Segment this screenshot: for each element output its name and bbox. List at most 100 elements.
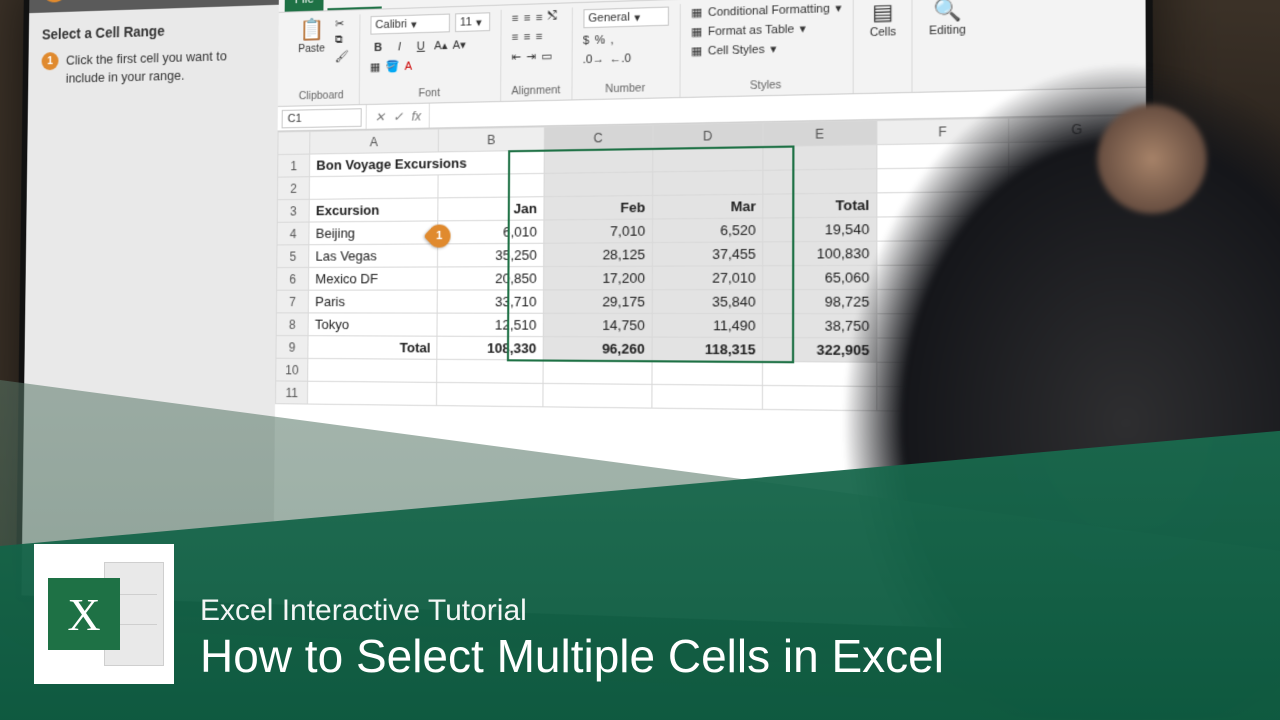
align-right-icon[interactable]: ≡ bbox=[536, 31, 543, 44]
cell[interactable] bbox=[543, 360, 652, 384]
cut-icon[interactable]: ✂ bbox=[335, 17, 349, 31]
row-header[interactable]: 1 bbox=[278, 154, 310, 177]
cell[interactable] bbox=[544, 148, 652, 173]
cell[interactable] bbox=[310, 175, 439, 199]
cell[interactable]: 12,510 bbox=[437, 313, 543, 337]
col-header-b[interactable]: B bbox=[439, 127, 545, 152]
cell[interactable]: Paris bbox=[309, 290, 438, 313]
align-top-icon[interactable]: ≡ bbox=[512, 12, 519, 25]
select-all-corner[interactable] bbox=[278, 131, 310, 154]
conditional-formatting-button[interactable]: ▦ Conditional Formatting▾ bbox=[691, 1, 842, 20]
row-header[interactable]: 4 bbox=[277, 222, 309, 245]
cell[interactable]: Feb bbox=[544, 195, 652, 220]
align-center-icon[interactable]: ≡ bbox=[524, 31, 531, 44]
cell[interactable] bbox=[438, 173, 544, 197]
merge-icon[interactable]: ▭ bbox=[541, 49, 552, 63]
decrease-indent-icon[interactable]: ⇤ bbox=[512, 50, 522, 64]
align-bot-icon[interactable]: ≡ bbox=[536, 11, 543, 24]
bold-button[interactable]: B bbox=[370, 41, 386, 54]
cell[interactable]: 29,175 bbox=[543, 290, 652, 314]
row-header[interactable]: 2 bbox=[277, 177, 309, 200]
cell[interactable] bbox=[652, 361, 763, 386]
cancel-formula-icon[interactable]: ✕ bbox=[375, 109, 385, 124]
cell[interactable] bbox=[543, 383, 652, 408]
cell[interactable]: Las Vegas bbox=[309, 244, 438, 268]
grow-font-icon[interactable]: A▴ bbox=[434, 39, 447, 53]
font-color-icon[interactable]: A bbox=[405, 60, 413, 73]
inc-decimal-icon[interactable]: .0→ bbox=[583, 53, 604, 66]
cell[interactable] bbox=[308, 381, 437, 405]
cell[interactable]: Excursion bbox=[309, 198, 438, 222]
cell[interactable]: Jan bbox=[438, 197, 544, 221]
row-header[interactable]: 8 bbox=[276, 313, 308, 336]
percent-icon[interactable]: % bbox=[595, 34, 605, 47]
cell[interactable]: 96,260 bbox=[543, 337, 652, 361]
cells-button[interactable]: ▤Cells bbox=[865, 0, 900, 42]
shrink-font-icon[interactable]: A▾ bbox=[452, 38, 465, 52]
cell[interactable] bbox=[437, 359, 543, 383]
cell[interactable] bbox=[652, 170, 763, 195]
copy-icon[interactable]: ⧉ bbox=[335, 33, 349, 47]
col-header-c[interactable]: C bbox=[544, 125, 652, 150]
cell[interactable]: Total bbox=[308, 336, 437, 360]
align-left-icon[interactable]: ≡ bbox=[512, 31, 519, 44]
row-header[interactable]: 9 bbox=[276, 336, 308, 359]
editing-button[interactable]: 🔍Editing bbox=[924, 0, 970, 40]
cell[interactable]: 35,840 bbox=[652, 290, 763, 314]
fill-color-icon[interactable]: 🪣 bbox=[386, 60, 400, 74]
increase-indent-icon[interactable]: ⇥ bbox=[526, 50, 536, 64]
cell[interactable] bbox=[652, 384, 763, 409]
font-name-select[interactable]: Calibri▾ bbox=[370, 14, 450, 35]
tab-file[interactable]: File bbox=[285, 0, 324, 12]
cell[interactable]: 33,710 bbox=[438, 290, 544, 313]
comma-icon[interactable]: , bbox=[610, 34, 613, 47]
cell[interactable]: 11,490 bbox=[652, 313, 763, 337]
fx-icon[interactable]: fx bbox=[411, 108, 421, 123]
row-header[interactable]: 5 bbox=[277, 245, 309, 268]
row-header[interactable]: 3 bbox=[277, 199, 309, 222]
align-mid-icon[interactable]: ≡ bbox=[524, 11, 531, 24]
format-painter-icon[interactable]: 🖌 bbox=[335, 50, 349, 64]
borders-icon[interactable]: ▦ bbox=[370, 60, 381, 74]
number-format-select[interactable]: General▾ bbox=[583, 7, 669, 29]
italic-button[interactable]: I bbox=[391, 40, 407, 53]
col-header-d[interactable]: D bbox=[652, 123, 763, 149]
underline-button[interactable]: U bbox=[413, 40, 429, 53]
row-header[interactable]: 11 bbox=[276, 381, 308, 404]
cell[interactable]: 108,330 bbox=[437, 336, 543, 360]
cell[interactable]: Bon Voyage Excursions bbox=[310, 150, 544, 177]
cell[interactable]: Beijing bbox=[309, 221, 438, 245]
cell[interactable]: 20,850 bbox=[438, 267, 544, 290]
cell[interactable]: 17,200 bbox=[544, 266, 652, 290]
format-as-table-button[interactable]: ▦ Format as Table▾ bbox=[691, 22, 806, 39]
cell[interactable] bbox=[544, 172, 652, 197]
cell[interactable]: 14,750 bbox=[543, 313, 652, 337]
tab-home[interactable]: Home bbox=[328, 0, 382, 10]
cell[interactable]: Tokyo bbox=[308, 313, 437, 336]
cell[interactable]: Mexico DF bbox=[309, 267, 438, 290]
cell[interactable]: 118,315 bbox=[652, 337, 763, 361]
cell[interactable] bbox=[652, 147, 763, 172]
row-header[interactable]: 6 bbox=[277, 267, 309, 290]
row-header[interactable]: 7 bbox=[276, 290, 308, 313]
dec-decimal-icon[interactable]: ←.0 bbox=[609, 52, 631, 65]
cell[interactable] bbox=[437, 382, 543, 406]
col-header-a[interactable]: A bbox=[310, 129, 439, 154]
enter-formula-icon[interactable]: ✓ bbox=[393, 109, 403, 124]
row-header[interactable]: 10 bbox=[276, 358, 308, 381]
cell-styles-button[interactable]: ▦ Cell Styles▾ bbox=[691, 42, 776, 58]
currency-icon[interactable]: $ bbox=[583, 34, 590, 47]
cell[interactable]: 6,520 bbox=[652, 218, 763, 243]
name-box[interactable]: C1 bbox=[282, 108, 362, 128]
cell[interactable]: 27,010 bbox=[652, 266, 763, 290]
cell[interactable]: 6,010 bbox=[438, 220, 544, 244]
paste-button[interactable]: 📋Paste bbox=[294, 17, 329, 57]
cell[interactable]: 7,010 bbox=[544, 219, 652, 243]
cell[interactable]: Mar bbox=[652, 194, 763, 219]
cell[interactable]: 35,250 bbox=[438, 243, 544, 267]
cell[interactable] bbox=[308, 358, 437, 382]
orientation-icon[interactable]: ⤭ bbox=[548, 10, 557, 24]
cell[interactable]: 28,125 bbox=[544, 243, 652, 267]
font-size-select[interactable]: 11▾ bbox=[455, 12, 490, 32]
cell[interactable]: 37,455 bbox=[652, 242, 763, 266]
